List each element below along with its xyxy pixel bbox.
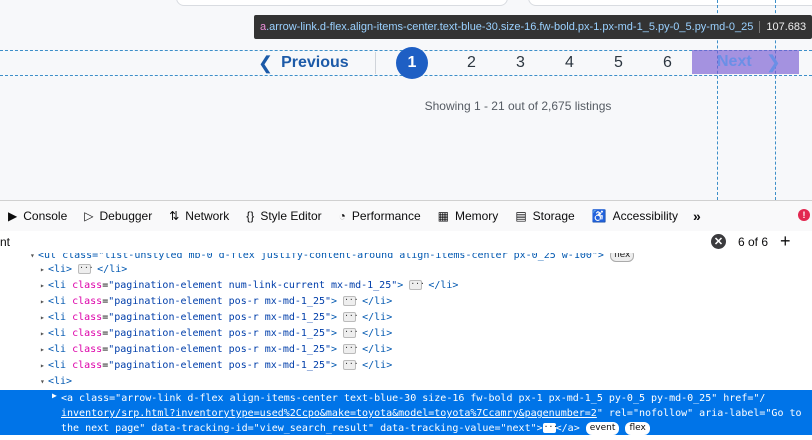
next-page-link[interactable]: Next ❯ xyxy=(692,50,799,74)
infobar-classes: .arrow-link.d-flex.align-items-center.te… xyxy=(266,21,754,33)
tree-row-li-expanded[interactable]: ▾ <li> xyxy=(40,374,72,390)
selected-node-row[interactable]: ▶ <a class="arrow-link d-flex align-item… xyxy=(0,390,812,435)
collapsed-dots[interactable]: ··· xyxy=(78,264,94,274)
tabs-overflow-icon[interactable]: » xyxy=(687,208,707,224)
performance-icon: ◔ xyxy=(338,209,346,223)
tab-accessibility[interactable]: ♿ Accessibility xyxy=(584,201,687,231)
infobar-dimensions: 107.683 xyxy=(759,21,812,33)
network-icon: ⇅ xyxy=(169,209,180,223)
collapsed-dots[interactable]: ··· xyxy=(343,312,359,322)
web-page-viewport: a.arrow-link.d-flex.align-items-center.t… xyxy=(0,0,812,200)
collapsed-dots[interactable]: ··· xyxy=(343,360,359,370)
tab-label: Memory xyxy=(454,209,499,223)
flex-badge[interactable]: flex xyxy=(609,253,635,262)
tab-label: Network xyxy=(185,209,230,223)
tab-label: Performance xyxy=(351,209,421,223)
collapsed-dots[interactable]: ··· xyxy=(542,423,558,433)
tree-row[interactable]: ▸ <li class="pagination-element pos-r mx-… xyxy=(40,342,392,358)
sort-select-box[interactable] xyxy=(528,0,812,6)
tab-console[interactable]: ▶ Console xyxy=(0,201,76,231)
page-link-5[interactable]: 5 xyxy=(614,54,623,72)
flex-badge[interactable]: flex xyxy=(625,421,650,435)
error-count-icon[interactable]: ! xyxy=(798,209,810,221)
previous-page-link[interactable]: ❮ Previous xyxy=(258,52,349,74)
expand-arrow-icon[interactable]: ▶ xyxy=(52,391,57,400)
style-editor-icon: {} xyxy=(246,209,255,223)
inspector-infobar: a.arrow-link.d-flex.align-items-center.t… xyxy=(254,15,812,39)
close-a-tag: </a> xyxy=(555,423,580,434)
selected-line-3: the next page" data-tracking-id="view_se… xyxy=(61,423,543,434)
markup-search-bar: nt ✕ 6 of 6 + xyxy=(0,231,812,254)
tab-label: Style Editor xyxy=(260,209,322,223)
tab-label: Console xyxy=(23,209,68,223)
collapsed-dots[interactable]: ··· xyxy=(343,344,359,354)
markup-search-input[interactable]: nt xyxy=(0,235,10,249)
selected-line-2-rest: " rel="nofollow" aria-label="Go to xyxy=(596,408,802,419)
tree-row[interactable]: ▸ <li class="pagination-element pos-r mx-… xyxy=(40,358,392,374)
tree-row[interactable]: ▸ <li class="pagination-element pos-r mx-… xyxy=(40,294,392,310)
event-badge[interactable]: event xyxy=(585,421,620,435)
tree-row[interactable]: ▸ <li class="pagination-element pos-r mx-… xyxy=(40,326,392,342)
debugger-icon: ▷ xyxy=(84,209,94,223)
console-icon: ▶ xyxy=(8,209,18,223)
memory-icon: ▦ xyxy=(437,209,449,223)
search-match-count: 6 of 6 xyxy=(738,235,769,249)
href-link[interactable]: inventory/srp.html?inventorytype=used%2C… xyxy=(61,408,597,419)
current-page-indicator[interactable]: 1 xyxy=(396,47,428,79)
add-node-icon[interactable]: + xyxy=(780,231,791,252)
chevron-right-icon: ❯ xyxy=(765,51,781,72)
tree-row[interactable]: ▸ <li> ··· </li> xyxy=(40,262,127,278)
ul-tag: <ul class="list-unstyled mb-0 d-flex jus… xyxy=(38,253,604,261)
collapsed-dots[interactable]: ··· xyxy=(343,328,359,338)
page-link-4[interactable]: 4 xyxy=(565,54,574,72)
tab-memory[interactable]: ▦ Memory xyxy=(430,201,508,231)
pagination-divider xyxy=(375,52,376,74)
previous-label: Previous xyxy=(281,54,349,71)
tab-label: Storage xyxy=(532,209,575,223)
tab-network[interactable]: ⇅ Network xyxy=(161,201,238,231)
tab-storage[interactable]: ▤ Storage xyxy=(507,201,583,231)
clear-search-icon[interactable]: ✕ xyxy=(711,234,726,249)
tab-label: Debugger xyxy=(99,209,153,223)
tab-style-editor[interactable]: {} Style Editor xyxy=(238,201,330,231)
devtools-toolbar: ▶ Console ▷ Debugger ⇅ Network {} Style Edit… xyxy=(0,200,812,232)
tab-performance[interactable]: ◔ Performance xyxy=(331,201,430,231)
listings-count-text: Showing 1 - 21 out of 2,675 listings xyxy=(424,99,612,113)
tree-row[interactable]: ▸ <li class="pagination-element pos-r mx-… xyxy=(40,310,392,326)
selected-line-1: <a class="arrow-link d-flex align-items-… xyxy=(61,393,766,404)
markup-tree: ▾ <ul class="list-unstyled mb-0 d-flex ju… xyxy=(0,253,812,440)
next-label: Next xyxy=(717,53,752,70)
tab-label: Accessibility xyxy=(612,209,678,223)
tree-row[interactable]: ▸ <li class="pagination-element num-link-… xyxy=(40,278,458,294)
accessibility-icon: ♿ xyxy=(591,209,607,223)
storage-icon: ▤ xyxy=(515,209,527,223)
collapsed-dots[interactable]: ··· xyxy=(409,280,425,290)
page-link-2[interactable]: 2 xyxy=(467,54,476,72)
collapsed-dots[interactable]: ··· xyxy=(343,296,359,306)
page-link-3[interactable]: 3 xyxy=(516,54,525,72)
search-form-box[interactable] xyxy=(176,0,508,6)
chevron-left-icon: ❮ xyxy=(258,52,274,73)
page-link-6[interactable]: 6 xyxy=(663,54,672,72)
tab-debugger[interactable]: ▷ Debugger xyxy=(76,201,161,231)
